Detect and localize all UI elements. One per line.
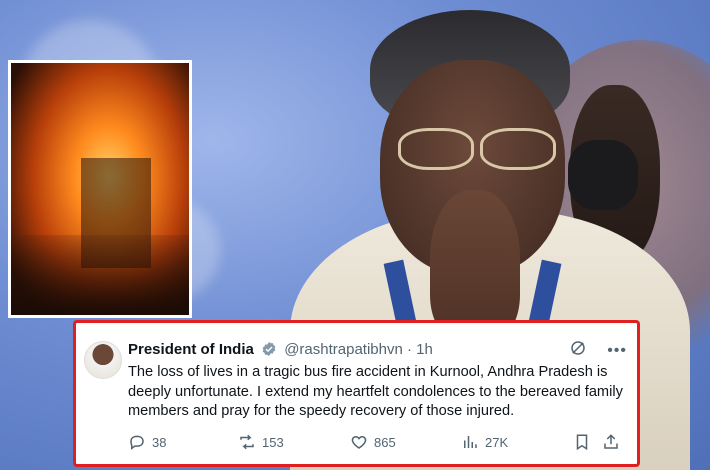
more-icon[interactable]: ••• [607,342,627,360]
avatar[interactable] [84,341,122,379]
folded-hands [430,190,520,340]
views-button[interactable]: 27K [461,433,508,451]
tweet-text: The loss of lives in a tragic bus fire a… [128,364,623,419]
grok-icon[interactable] [569,339,587,362]
like-button[interactable]: 865 [350,433,396,451]
tweet-header: President of India @rashtrapatibhvn · 1h [128,341,433,361]
tweet-actions: 38 153 865 27K [128,433,618,453]
share-button[interactable] [602,433,620,451]
glasses [390,128,560,170]
bookmark-icon [576,434,588,451]
retweet-count: 153 [262,434,284,450]
verified-badge-icon [261,341,277,361]
reply-count: 38 [152,434,167,450]
like-icon [351,435,367,449]
bus-fire-inset-photo [8,60,192,318]
reply-icon [130,435,144,450]
author-name[interactable]: President of India [128,341,254,358]
share-icon [604,434,618,449]
retweet-icon [240,434,254,450]
retweet-button[interactable]: 153 [238,433,284,451]
view-count: 27K [485,434,509,450]
face-mask [568,140,638,210]
handle-time[interactable]: @rashtrapatibhvn · 1h [284,341,433,358]
tweet-card[interactable]: President of India @rashtrapatibhvn · 1h… [73,320,640,467]
reply-button[interactable]: 38 [128,433,166,451]
road [11,235,189,315]
bookmark-button[interactable] [573,433,591,451]
like-count: 865 [374,434,396,450]
views-icon [464,436,477,448]
